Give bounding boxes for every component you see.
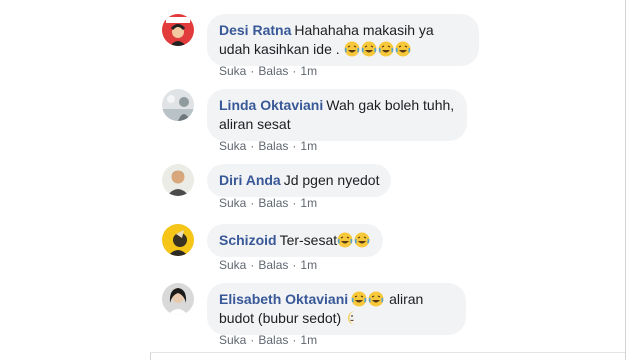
- like-button[interactable]: Suka: [219, 333, 246, 347]
- avatar[interactable]: [162, 224, 194, 256]
- comment-bubble: Schizoid Ter-sesat: [207, 224, 384, 257]
- separator: ·: [292, 258, 297, 272]
- laughing-tears-icon: [395, 41, 411, 57]
- comment-timestamp[interactable]: 1m: [300, 333, 317, 347]
- separator: ·: [250, 258, 255, 272]
- like-button[interactable]: Suka: [219, 139, 246, 153]
- reply-button[interactable]: Balas: [258, 196, 288, 210]
- separator: ·: [292, 64, 297, 78]
- laughing-tears-icon: [351, 291, 367, 307]
- laughing-tears-icon: [368, 291, 384, 307]
- comment-text: Ter-sesat: [279, 232, 338, 248]
- laughing-tears-icon: [354, 232, 370, 248]
- comment-author[interactable]: Diri Anda: [219, 172, 281, 188]
- separator: ·: [250, 139, 255, 153]
- like-button[interactable]: Suka: [219, 196, 246, 210]
- laughing-tears-icon: [337, 232, 353, 248]
- comment-author[interactable]: Elisabeth Oktaviani: [219, 291, 348, 307]
- reply-button[interactable]: Balas: [258, 333, 288, 347]
- comment-author[interactable]: Linda Oktaviani: [219, 97, 323, 113]
- avatar[interactable]: [162, 89, 194, 121]
- comment-timestamp[interactable]: 1m: [300, 258, 317, 272]
- laughing-tears-icon: [378, 41, 394, 57]
- comment-actions: Suka · Balas · 1m: [219, 139, 317, 153]
- like-button[interactable]: Suka: [219, 64, 246, 78]
- comment-actions: Suka · Balas · 1m: [219, 333, 317, 347]
- comments-panel: Desi Ratna Hahahaha makasih ya udah kasih…: [150, 0, 625, 352]
- separator: ·: [292, 333, 297, 347]
- comment-timestamp[interactable]: 1m: [300, 64, 317, 78]
- avatar[interactable]: [162, 14, 194, 46]
- comment-author[interactable]: Desi Ratna: [219, 22, 291, 38]
- separator: ·: [250, 64, 255, 78]
- comment-actions: Suka · Balas · 1m: [219, 64, 317, 78]
- reply-button[interactable]: Balas: [258, 139, 288, 153]
- comment-bubble: Elisabeth Oktaviani aliran budot (bubur …: [207, 283, 466, 335]
- moon-face-icon: [345, 310, 361, 326]
- laughing-tears-icon: [361, 41, 377, 57]
- comment-author[interactable]: Schizoid: [219, 232, 277, 248]
- reply-button[interactable]: Balas: [258, 64, 288, 78]
- comment-timestamp[interactable]: 1m: [300, 139, 317, 153]
- comment-text: Jd pgen nyedot: [283, 172, 380, 188]
- separator: ·: [292, 196, 297, 210]
- laughing-tears-icon: [344, 41, 360, 57]
- like-button[interactable]: Suka: [219, 258, 246, 272]
- avatar[interactable]: [162, 164, 194, 196]
- separator: ·: [250, 333, 255, 347]
- separator: ·: [250, 196, 255, 210]
- comment-bubble: Linda Oktaviani Wah gak boleh tuhh, alira…: [207, 89, 467, 141]
- separator: ·: [292, 139, 297, 153]
- right-border: [625, 0, 626, 360]
- comment-bubble: Diri Anda Jd pgen nyedot: [207, 164, 392, 197]
- reply-button[interactable]: Balas: [258, 258, 288, 272]
- comment-actions: Suka · Balas · 1m: [219, 196, 317, 210]
- comment-actions: Suka · Balas · 1m: [219, 258, 317, 272]
- comment-bubble: Desi Ratna Hahahaha makasih ya udah kasih…: [207, 14, 479, 66]
- comment-timestamp[interactable]: 1m: [300, 196, 317, 210]
- avatar[interactable]: [162, 283, 194, 315]
